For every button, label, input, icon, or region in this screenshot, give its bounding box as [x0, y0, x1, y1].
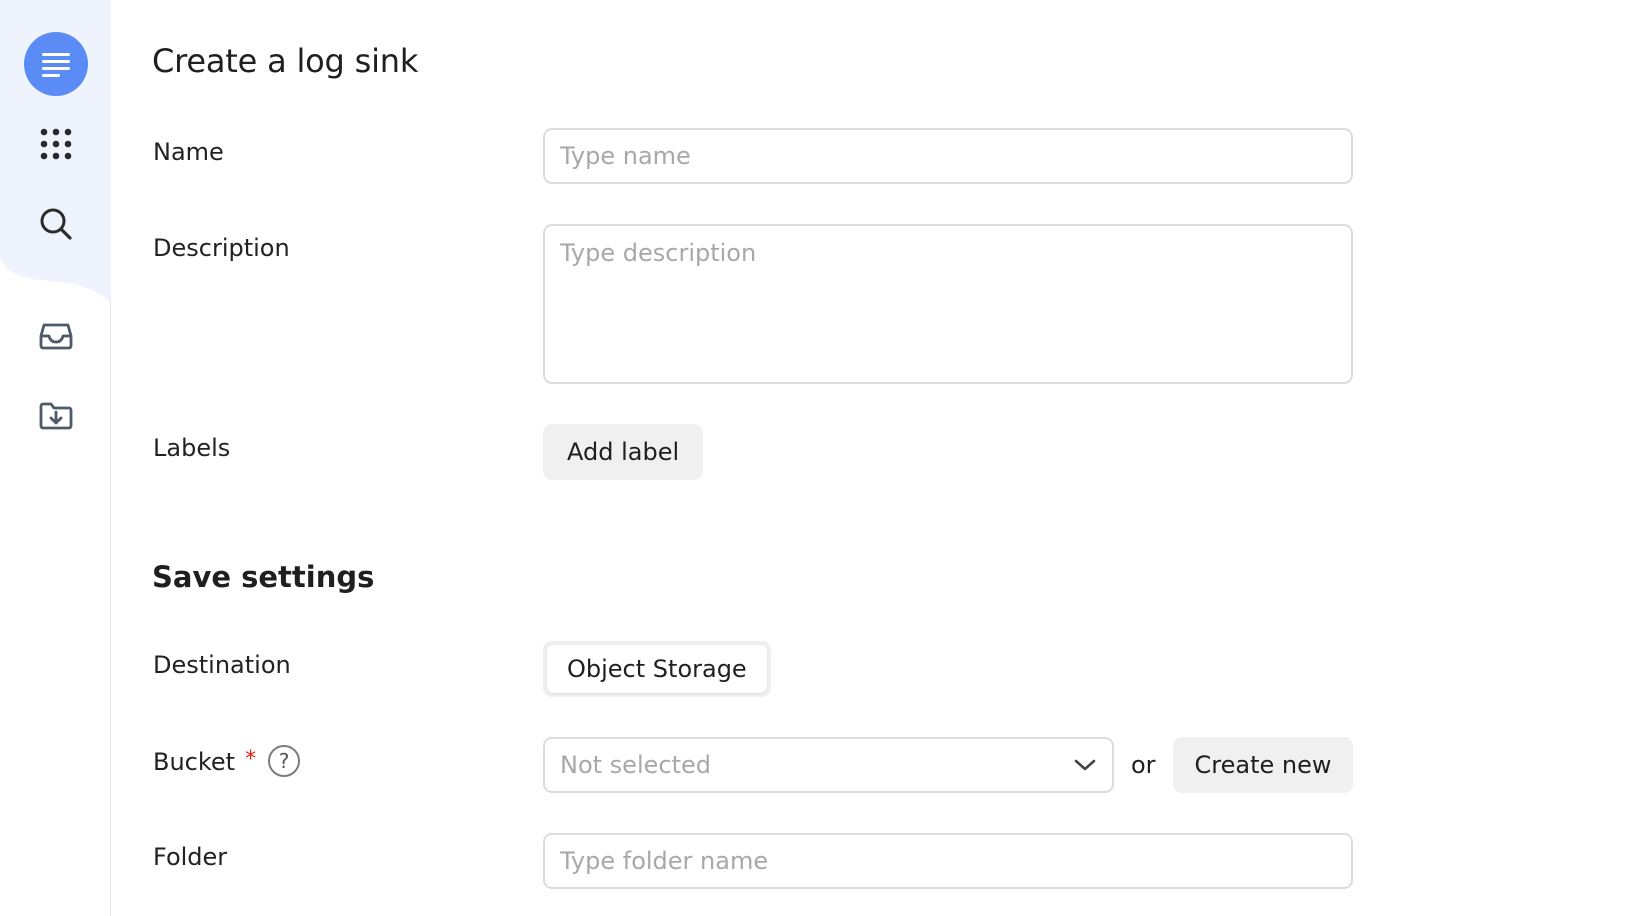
required-mark: *: [245, 747, 257, 772]
folder-download-icon: [39, 402, 73, 430]
description-input[interactable]: [543, 224, 1353, 384]
search-icon: [40, 208, 72, 240]
or-text: or: [1131, 751, 1156, 779]
services-grid-icon: [40, 128, 72, 160]
destination-selector: Object Storage: [543, 641, 771, 697]
chevron-down-icon: [1074, 759, 1096, 771]
create-new-bucket-button[interactable]: Create new: [1173, 737, 1353, 793]
app-root: Create a log sink Name Description Label…: [0, 0, 1632, 916]
sidebar-item-folder-download[interactable]: [24, 384, 88, 448]
folder-label: Folder: [153, 843, 228, 871]
save-settings-title: Save settings: [152, 560, 375, 594]
labels-label: Labels: [153, 434, 231, 462]
destination-label: Destination: [153, 651, 291, 679]
bucket-label-row: Bucket *?: [153, 745, 301, 779]
main-content: Create a log sink Name Description Label…: [111, 0, 1632, 916]
bucket-label: Bucket: [153, 748, 236, 776]
name-input[interactable]: [543, 128, 1353, 184]
name-label: Name: [153, 138, 224, 166]
add-label-button[interactable]: Add label: [543, 424, 704, 480]
sidebar-item-services[interactable]: [24, 112, 88, 176]
page-title: Create a log sink: [152, 42, 419, 80]
bucket-select-value: Not selected: [560, 751, 711, 779]
sidebar-item-search[interactable]: [24, 192, 88, 256]
folder-input[interactable]: [543, 833, 1353, 889]
inbox-icon: [39, 323, 73, 350]
description-label: Description: [153, 234, 290, 262]
sidebar-item-inbox[interactable]: [24, 304, 88, 368]
help-icon[interactable]: ?: [268, 745, 301, 777]
destination-option-object-storage[interactable]: Object Storage: [547, 645, 767, 693]
logs-icon: [42, 53, 70, 77]
sidebar-item-logs[interactable]: [24, 32, 88, 96]
sidebar: [0, 0, 111, 916]
bucket-select[interactable]: Not selected: [543, 737, 1114, 793]
